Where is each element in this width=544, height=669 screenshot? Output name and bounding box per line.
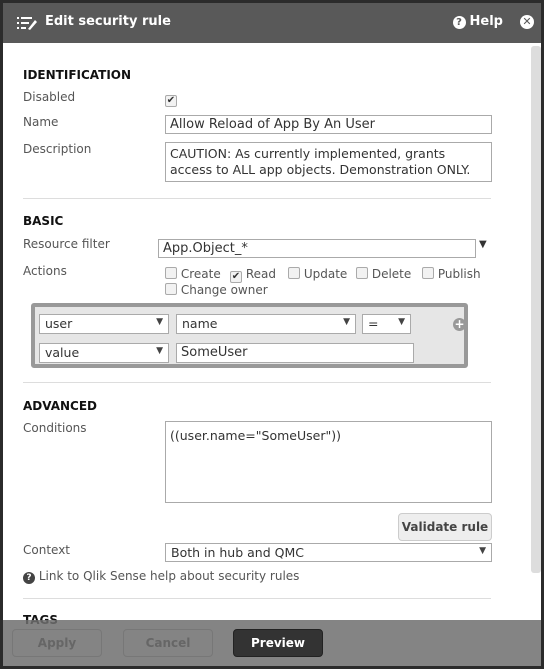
action-label: Create [180,267,221,281]
action-change-owner[interactable]: Change owner [165,283,268,297]
help-icon: ? [452,16,466,29]
context-select[interactable]: Both in hub and QMC ▼ [165,543,492,562]
description-textarea[interactable]: CAUTION: As currently implemented, grant… [165,142,492,182]
select-value: name [182,316,218,331]
select-value: value [45,345,80,360]
chevron-down-icon: ▼ [343,317,350,327]
action-label: Update [303,267,348,281]
chevron-down-icon: ▼ [398,317,405,327]
help-label: Help [469,14,503,29]
condition-value-input[interactable]: SomeUser [176,343,414,363]
conditions-textarea[interactable]: ((user.name="SomeUser")) [165,421,492,503]
resource-filter-label: Resource filter [23,237,110,251]
disabled-checkbox[interactable]: ✔ [165,95,177,107]
operator-select[interactable]: = ▼ [362,314,411,334]
help-link-label: Link to Qlik Sense help about security r… [38,569,300,583]
close-icon[interactable]: ✕ [520,15,534,29]
chevron-down-icon: ▼ [156,317,163,327]
actions-label: Actions [23,264,67,278]
action-delete[interactable]: Delete [356,267,411,281]
select-value: Both in hub and QMC [171,545,304,560]
add-condition-icon[interactable]: + [453,318,466,331]
description-label: Description [23,142,92,156]
dialog-title: Edit security rule [45,14,171,29]
resource-select[interactable]: user ▼ [39,314,169,334]
dialog-header: Edit security rule ? Help ✕ [3,3,541,43]
resource-filter-dropdown-icon[interactable]: ▼ [479,239,487,250]
action-label: Read [245,267,276,281]
chevron-down-icon: ▼ [156,346,163,356]
property-select[interactable]: name ▼ [176,314,356,334]
resource-filter-input[interactable]: App.Object_* [158,239,476,258]
conditions-label: Conditions [23,421,87,435]
chevron-down-icon: ▼ [479,546,486,556]
name-label: Name [23,115,59,129]
preview-button[interactable]: Preview [233,629,323,657]
question-circle-icon: ? [23,572,35,584]
context-label: Context [23,543,71,557]
divider [23,382,491,383]
advanced-heading: ADVANCED [23,399,98,413]
action-create[interactable]: Create [165,267,221,281]
action-publish[interactable]: Publish [422,267,481,281]
dialog-footer: Apply Cancel Preview [3,620,541,666]
action-label: Delete [371,267,412,281]
name-input[interactable]: Allow Reload of App By An User [165,115,492,134]
cancel-button[interactable]: Cancel [123,629,213,657]
scrollbar[interactable] [531,46,541,573]
action-label: Publish [437,267,481,281]
divider [23,598,491,599]
security-rule-dialog: Edit security rule ? Help ✕ IDENTIFICATIO… [3,3,541,666]
value-type-select[interactable]: value ▼ [39,343,169,363]
select-value: user [45,316,73,331]
action-update[interactable]: Update [288,267,347,281]
help-link[interactable]: ? Link to Qlik Sense help about security… [23,569,299,584]
identification-heading: IDENTIFICATION [23,68,132,82]
apply-button[interactable]: Apply [12,629,102,657]
action-label: Change owner [180,283,268,297]
help-button[interactable]: ? Help [452,14,503,29]
divider [23,198,491,199]
basic-heading: BASIC [23,214,64,228]
disabled-label: Disabled [23,90,76,104]
select-value: = [368,316,379,331]
validate-rule-button[interactable]: Validate rule [398,513,492,541]
condition-builder: user ▼ name ▼ = ▼ + value ▼ SomeUser [31,303,468,368]
edit-list-icon [17,17,37,30]
action-read[interactable]: ✔ Read [230,267,276,283]
